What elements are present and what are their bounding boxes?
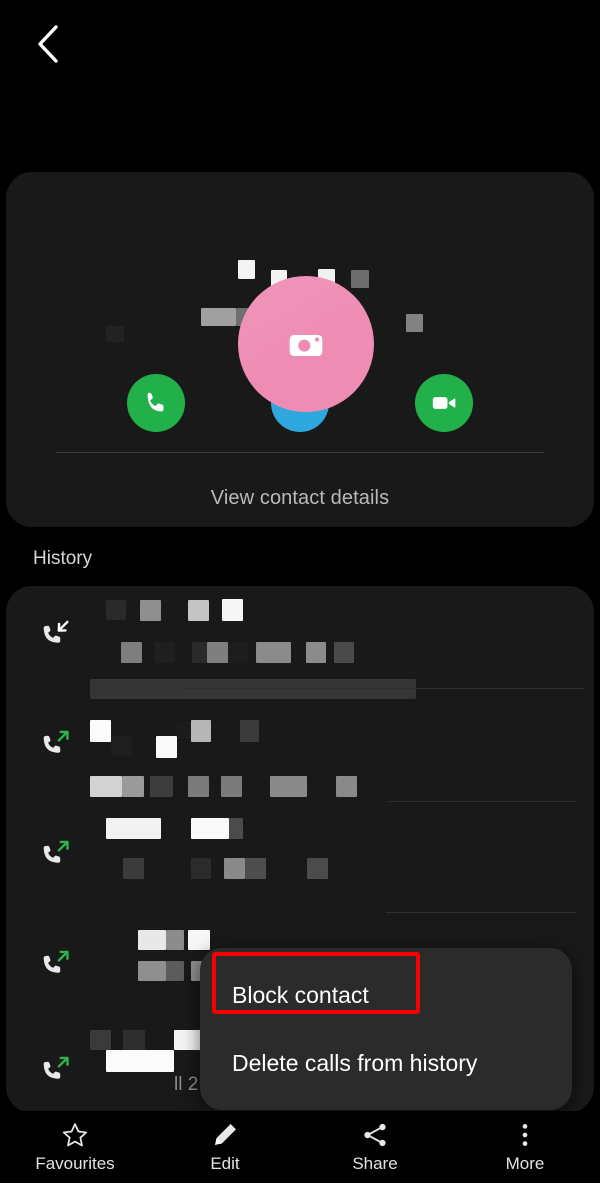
redaction-block bbox=[201, 308, 236, 326]
redaction-block bbox=[228, 642, 248, 663]
redaction-block bbox=[188, 930, 210, 950]
phone-outgoing-icon bbox=[43, 1056, 69, 1079]
redaction-block bbox=[155, 642, 175, 663]
redaction-block bbox=[156, 736, 177, 758]
redaction-block bbox=[111, 736, 132, 756]
nav-label-favourites: Favourites bbox=[35, 1153, 115, 1173]
redaction-block bbox=[106, 1050, 174, 1072]
redaction-block bbox=[191, 720, 211, 742]
redaction-block bbox=[106, 326, 124, 342]
phone-outgoing-icon bbox=[43, 730, 69, 753]
redaction-block bbox=[150, 776, 173, 797]
phone-outgoing-icon bbox=[43, 950, 69, 973]
chevron-left-icon bbox=[38, 25, 58, 63]
redaction-block bbox=[224, 858, 245, 879]
pencil-icon bbox=[215, 1123, 236, 1145]
video-call-button[interactable] bbox=[415, 374, 473, 432]
redaction-block bbox=[240, 720, 259, 742]
redaction-block bbox=[336, 776, 357, 797]
phone-icon bbox=[147, 392, 164, 412]
redaction-block bbox=[166, 961, 184, 981]
history-section-label: History bbox=[33, 548, 93, 569]
redaction-block bbox=[207, 642, 228, 663]
row-divider bbox=[386, 912, 576, 913]
redaction-block bbox=[222, 599, 243, 621]
redaction-block bbox=[406, 314, 423, 332]
redaction-block bbox=[122, 776, 144, 797]
menu-item-delete-calls[interactable]: Delete calls from history bbox=[200, 1030, 572, 1096]
menu-item-block-contact[interactable]: Block contact bbox=[200, 962, 572, 1028]
nav-item-more[interactable]: More bbox=[450, 1121, 600, 1174]
nav-item-edit[interactable]: Edit bbox=[150, 1121, 300, 1174]
redaction-block bbox=[229, 818, 243, 839]
card-divider bbox=[56, 452, 544, 453]
redaction-block bbox=[306, 642, 326, 663]
redaction-block bbox=[191, 858, 211, 879]
phone-incoming-icon bbox=[43, 620, 69, 643]
redaction-block bbox=[121, 642, 142, 663]
bottom-navigation-bar: Favourites Edit Share More bbox=[0, 1111, 600, 1183]
back-button[interactable] bbox=[22, 18, 74, 70]
redaction-block bbox=[90, 720, 111, 742]
redaction-block bbox=[245, 858, 266, 879]
row-divider bbox=[182, 688, 584, 689]
redaction-block bbox=[138, 961, 166, 981]
redaction-block bbox=[191, 818, 229, 839]
redaction-block bbox=[123, 858, 144, 879]
app-header bbox=[0, 0, 600, 85]
contact-details-screen: View contact details History ll 2 Block … bbox=[0, 0, 600, 1183]
nav-label-more: More bbox=[505, 1153, 545, 1173]
history-row[interactable] bbox=[6, 586, 594, 699]
call-button[interactable] bbox=[127, 374, 185, 432]
redaction-block bbox=[238, 260, 255, 279]
share-nodes-icon bbox=[364, 1123, 386, 1146]
redaction-block bbox=[188, 776, 209, 797]
row-divider bbox=[388, 801, 576, 802]
nav-label-share: Share bbox=[352, 1153, 398, 1173]
redaction-block bbox=[140, 600, 161, 621]
nav-label-edit: Edit bbox=[210, 1153, 240, 1173]
context-menu: Block contact Delete calls from history bbox=[200, 948, 572, 1110]
video-camera-icon bbox=[432, 397, 456, 409]
star-outline-icon bbox=[62, 1122, 88, 1146]
redaction-block bbox=[256, 642, 291, 663]
redaction-block bbox=[166, 930, 184, 950]
redaction-block bbox=[188, 600, 209, 621]
redaction-block bbox=[270, 776, 307, 797]
redaction-block bbox=[138, 930, 166, 950]
dots-vertical-icon bbox=[522, 1123, 528, 1146]
avatar[interactable] bbox=[238, 276, 374, 412]
redaction-block bbox=[123, 1030, 145, 1050]
redaction-block bbox=[351, 270, 369, 288]
view-contact-details-button[interactable]: View contact details bbox=[6, 470, 594, 526]
redaction-block bbox=[90, 776, 122, 797]
nav-item-share[interactable]: Share bbox=[300, 1121, 450, 1174]
redaction-block bbox=[307, 858, 328, 879]
redaction-block bbox=[90, 1030, 111, 1050]
redaction-block bbox=[106, 600, 126, 620]
redaction-block bbox=[221, 776, 242, 797]
contact-card: View contact details bbox=[6, 172, 594, 527]
history-row[interactable] bbox=[6, 696, 594, 806]
nav-item-favourites[interactable]: Favourites bbox=[0, 1121, 150, 1174]
history-row[interactable] bbox=[6, 806, 594, 916]
phone-outgoing-icon bbox=[43, 840, 69, 863]
redaction-block bbox=[106, 818, 161, 839]
camera-icon bbox=[289, 335, 323, 356]
redaction-block bbox=[334, 642, 354, 663]
